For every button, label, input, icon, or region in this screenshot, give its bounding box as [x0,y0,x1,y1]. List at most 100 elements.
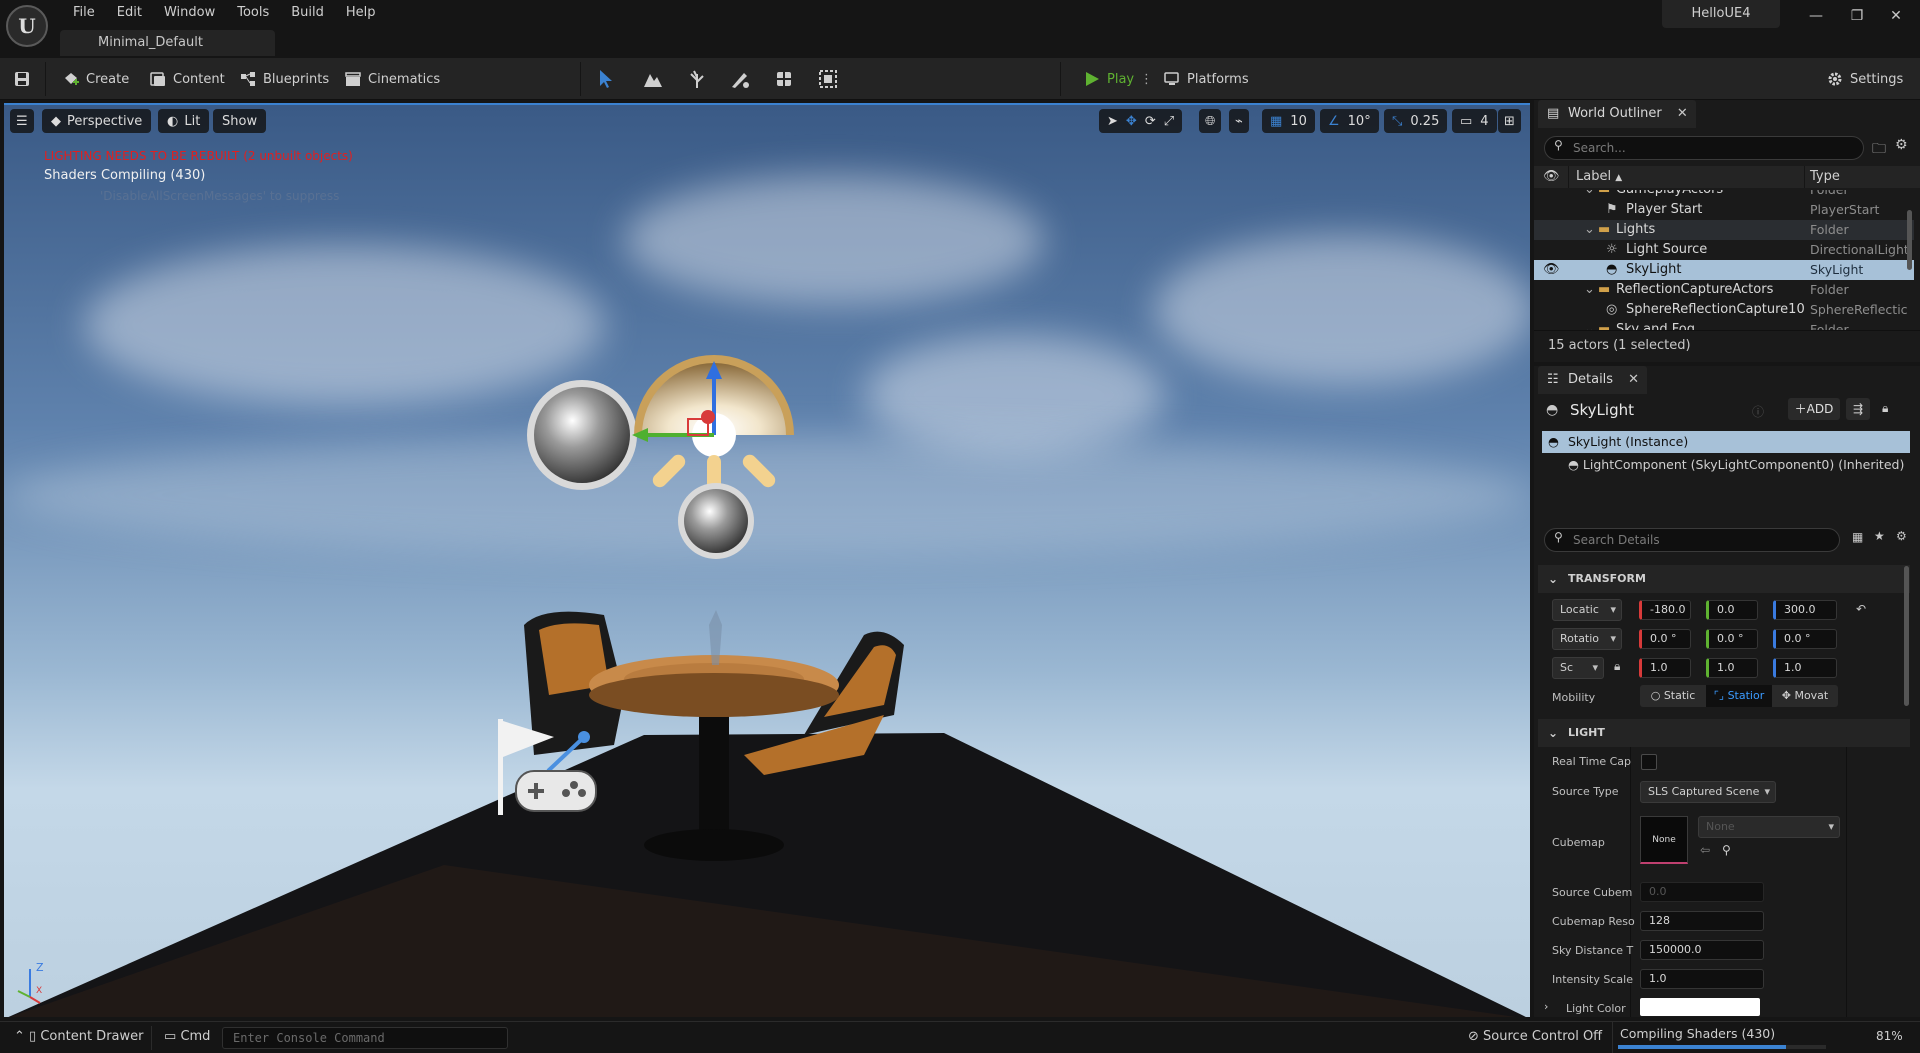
help-icon[interactable]: ⓘ [1752,403,1764,420]
source-type-dropdown[interactable]: SLS Captured Scene [1640,781,1776,803]
scale-mode-dropdown[interactable]: Sc [1552,657,1604,679]
save-icon[interactable] [13,66,31,92]
source-control-button[interactable]: ⊘ Source Control Off [1468,1029,1602,1044]
details-scrollbar[interactable] [1904,566,1909,706]
surface-snap-icon[interactable]: ⌁ [1229,109,1249,133]
modeling-mode-icon[interactable] [817,68,839,90]
camera-speed-button[interactable]: ▭ 4 [1452,109,1497,133]
mobility-movable-button[interactable]: ✥ Movat [1772,685,1838,707]
show-button[interactable]: Show [213,109,267,133]
chevron-down-icon[interactable]: ⌄ [1584,280,1595,300]
close-tab-icon[interactable]: ✕ [1677,100,1688,128]
skylight-gizmo[interactable] [524,325,804,565]
add-folder-icon[interactable]: 🗀︎ [1872,138,1886,162]
cmd-button[interactable]: ▭ Cmd [164,1029,210,1044]
rotation-snap-button[interactable]: ∠ 10° [1320,109,1379,133]
grid-snap-button[interactable]: ▦ 10 [1262,109,1315,133]
outliner-row-spherereflectioncapture10[interactable]: ◎ SphereReflectionCapture10 SphereReflec… [1534,300,1914,320]
platforms-button[interactable]: Platforms [1163,66,1249,92]
light-color-swatch[interactable] [1640,998,1760,1016]
lock-icon[interactable]: 🔒︎ [1882,401,1888,416]
world-local-icon[interactable]: 🌐︎ [1199,109,1222,133]
tab-world-outliner[interactable]: ▤ World Outliner ✕ [1538,100,1696,128]
location-y-field[interactable]: 0.0 [1706,600,1758,620]
cubemap-resolution-field[interactable]: 128 [1640,911,1764,931]
outliner-settings-icon[interactable]: ⚙ [1895,137,1908,153]
component-light[interactable]: ◓ LightComponent (SkyLightComponent0) (I… [1568,457,1904,472]
foliage-mode-icon[interactable] [686,68,708,90]
play-options-icon[interactable]: ⋮ [1140,66,1153,92]
play-button[interactable]: Play [1083,66,1134,92]
column-type[interactable]: Type [1810,166,1840,188]
menu-edit[interactable]: Edit [106,3,153,23]
cinematics-button[interactable]: Cinematics [344,66,440,92]
rotation-mode-dropdown[interactable]: Rotatio [1552,628,1622,650]
menu-tools[interactable]: Tools [226,3,280,23]
menu-window[interactable]: Window [153,3,226,23]
outliner-row-light-source[interactable]: ☼ Light Source DirectionalLight [1534,240,1914,260]
lock-scale-icon[interactable]: 🔒︎ [1614,659,1620,674]
details-settings-icon[interactable]: ⚙ [1896,529,1907,543]
location-z-field[interactable]: 300.0 [1773,600,1837,620]
mesh-paint-mode-icon[interactable] [729,68,751,90]
minimize-icon[interactable]: — [1802,4,1830,28]
lit-button[interactable]: ◐ Lit [158,109,210,133]
fracture-mode-icon[interactable] [773,68,795,90]
outliner-row-player-start[interactable]: ⚑ Player Start PlayerStart [1534,200,1914,220]
sky-distance-field[interactable]: 150000.0 [1640,940,1764,960]
outliner-search-input[interactable]: Search... [1544,136,1864,160]
rotation-z-field[interactable]: 0.0 ° [1773,629,1837,649]
table-view-icon[interactable]: ▦ [1852,530,1863,544]
player-start-icon[interactable] [494,715,604,825]
content-drawer-button[interactable]: ⌃ ▯ Content Drawer [14,1029,143,1044]
close-window-icon[interactable]: ✕ [1882,4,1910,28]
rotation-y-field[interactable]: 0.0 ° [1706,629,1758,649]
favorites-star-icon[interactable]: ★ [1874,529,1885,543]
outliner-row-reflectioncaptureactors[interactable]: ⌄ ▬ ReflectionCaptureActors Folder [1534,280,1914,300]
content-button[interactable]: Content [149,66,225,92]
mobility-stationary-button[interactable]: ⌜⌟ Statior [1706,685,1772,707]
level-viewport[interactable]: ☰ ◆ Perspective ◐ Lit Show ➤ ✥ ⟳ ⤢ 🌐︎ ⌁ … [4,103,1530,1017]
select-tool-icon[interactable]: ➤ [1107,114,1118,129]
add-component-button[interactable]: ＋ADD [1788,398,1840,420]
viewport-layout-icon[interactable]: ⊞ [1498,109,1521,133]
select-mode-icon[interactable] [596,68,618,90]
landscape-mode-icon[interactable] [642,68,664,90]
scale-tool-icon[interactable]: ⤢ [1164,114,1174,129]
menu-build[interactable]: Build [280,3,335,23]
menu-file[interactable]: File [62,3,106,23]
light-section-header[interactable]: ⌄ LIGHT [1538,719,1910,747]
blueprint-convert-icon[interactable]: ⇶ [1846,398,1870,420]
move-tool-icon[interactable]: ✥ [1126,114,1137,129]
visibility-icon[interactable]: 👁︎ [1543,166,1560,188]
column-label[interactable]: Label ▲ [1568,166,1622,189]
outliner-row-sky-and-fog[interactable]: ⌄ ▬ Sky and Fog Folder [1534,320,1914,330]
rotation-x-field[interactable]: 0.0 ° [1639,629,1691,649]
outliner-row-gameplayactors[interactable]: ⌄ ▬ GameplayActors Folder [1534,190,1914,200]
console-command-input[interactable]: Enter Console Command [222,1027,508,1049]
cubemap-asset-dropdown[interactable]: None [1698,816,1840,838]
create-button[interactable]: Create [62,66,129,92]
component-skylight-instance[interactable]: ◓ SkyLight (Instance) [1542,431,1910,453]
reset-to-default-icon[interactable]: ↶ [1856,602,1866,616]
scale-x-field[interactable]: 1.0 [1639,658,1691,678]
browse-asset-icon[interactable]: ⚲ [1722,843,1731,857]
cubemap-thumbnail[interactable]: None [1640,816,1688,864]
scale-y-field[interactable]: 1.0 [1706,658,1758,678]
scale-z-field[interactable]: 1.0 [1773,658,1837,678]
outliner-row-lights[interactable]: ⌄ ▬ Lights Folder [1534,220,1914,240]
outliner-scrollbar[interactable] [1907,210,1912,270]
chevron-right-icon[interactable]: › [1544,1000,1548,1013]
level-tab[interactable]: Minimal_Default [60,30,275,56]
unreal-logo-icon[interactable]: U [6,5,48,47]
viewport-menu-icon[interactable]: ☰ [10,109,34,133]
tab-details[interactable]: ☷ Details ✕ [1538,366,1648,394]
settings-button[interactable]: Settings [1826,66,1903,92]
outliner-row-skylight[interactable]: 👁︎ ◓ SkyLight SkyLight [1534,260,1914,280]
location-mode-dropdown[interactable]: Locatic [1552,599,1622,621]
rotate-tool-icon[interactable]: ⟳ [1145,114,1156,129]
scale-snap-button[interactable]: ⤡ 0.25 [1384,109,1448,133]
visibility-icon[interactable]: 👁︎ [1543,260,1560,280]
mobility-static-button[interactable]: ○ Static [1640,685,1706,707]
blueprints-button[interactable]: Blueprints [239,66,329,92]
